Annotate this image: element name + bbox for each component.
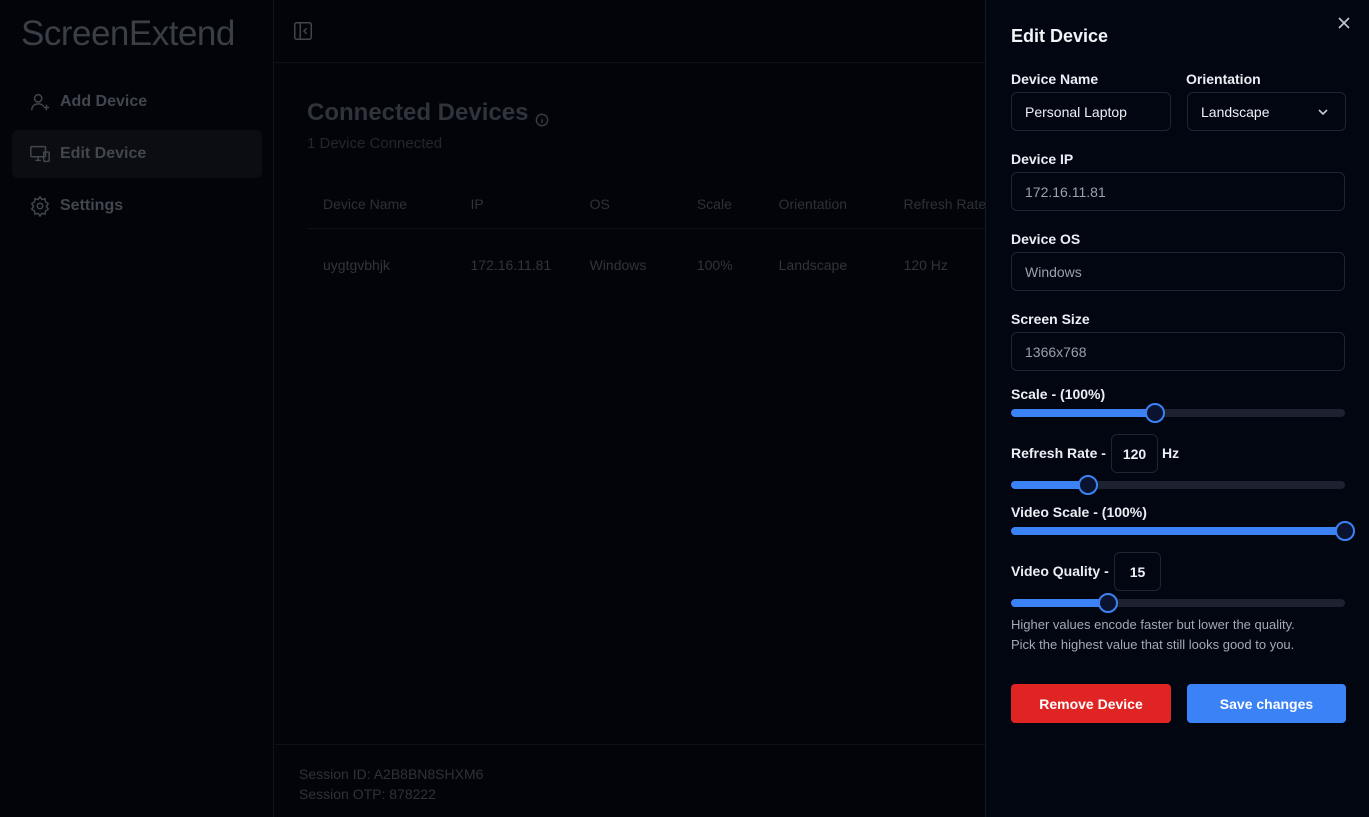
column-header: Orientation — [778, 196, 848, 212]
collapse-sidebar-button[interactable] — [292, 20, 314, 42]
page-title-text: Connected Devices — [307, 99, 529, 126]
sidebar-item-label: Edit Device — [60, 145, 147, 162]
refresh-rate-label: Refresh Rate - — [1011, 445, 1106, 461]
table-header: Device Name IP OS Scale Orientation Refr… — [307, 180, 986, 229]
save-changes-button[interactable]: Save changes — [1187, 684, 1346, 723]
column-header: Refresh Rate — [903, 196, 986, 212]
sidebar-nav: Add Device Edit Device Settings — [12, 78, 262, 234]
panel-title: Edit Device — [1011, 26, 1109, 46]
video-quality-slider[interactable] — [1011, 593, 1345, 613]
video-scale-slider[interactable] — [1011, 521, 1355, 541]
orientation-select[interactable]: Landscape — [1187, 92, 1346, 131]
sidebar-collapse-icon — [294, 22, 312, 40]
close-icon — [1338, 17, 1350, 29]
device-name-label: Device Name — [1011, 71, 1099, 87]
devices-table: Device Name IP OS Scale Orientation Refr… — [307, 180, 986, 301]
slider-fill — [1011, 409, 1155, 417]
session-id: Session ID: A2B8BN8SHXM6 — [299, 766, 484, 782]
column-header: OS — [589, 196, 610, 212]
sidebar-item-edit-device[interactable]: Edit Device — [12, 130, 262, 178]
remove-device-button[interactable]: Remove Device — [1011, 684, 1171, 723]
refresh-rate-unit: Hz — [1162, 445, 1180, 461]
table-cell: Landscape — [778, 257, 848, 273]
slider-thumb[interactable] — [1335, 521, 1355, 541]
table-cell: Windows — [589, 257, 647, 273]
orientation-label: Orientation — [1186, 71, 1261, 87]
device-os-field[interactable]: Windows — [1011, 252, 1345, 291]
slider-thumb[interactable] — [1078, 475, 1098, 495]
slider-fill — [1011, 481, 1088, 489]
info-icon[interactable] — [535, 106, 549, 127]
session-otp: Session OTP: 878222 — [299, 786, 436, 802]
video-quality-label: Video Quality - — [1011, 563, 1109, 579]
sidebar-item-label: Add Device — [60, 93, 148, 110]
session-footer: Session ID: A2B8BN8SHXM6 Session OTP: 87… — [275, 744, 986, 817]
hint-line: Higher values encode faster but lower th… — [1011, 617, 1295, 632]
screen-size-field[interactable]: 1366x768 — [1011, 332, 1345, 371]
orientation-value: Landscape — [1201, 103, 1270, 120]
slider-thumb[interactable] — [1098, 593, 1118, 613]
sidebar-item-add-device[interactable]: Add Device — [12, 78, 262, 126]
scale-slider[interactable] — [1011, 403, 1345, 423]
column-header: Scale — [696, 196, 732, 212]
sidebar: ScreenExtend Add Device Edit Device Sett… — [0, 0, 274, 817]
topbar — [275, 0, 986, 63]
device-ip-label: Device IP — [1011, 151, 1074, 167]
refresh-rate-input[interactable]: 120 — [1111, 434, 1158, 473]
refresh-rate-slider[interactable] — [1011, 475, 1345, 495]
table-row[interactable]: uygtgvbhjk 172.16.11.81 Windows 100% Lan… — [307, 229, 986, 301]
sidebar-item-settings[interactable]: Settings — [12, 182, 262, 230]
slider-thumb[interactable] — [1145, 403, 1165, 423]
table-cell: 120 Hz — [903, 257, 948, 273]
screen-size-label: Screen Size — [1011, 311, 1090, 327]
device-name-input[interactable]: Personal Laptop — [1011, 92, 1171, 131]
app-title: ScreenExtend — [21, 14, 235, 53]
edit-device-panel: Edit Device Device Name Personal Laptop … — [985, 0, 1369, 817]
column-header: IP — [470, 196, 484, 212]
main-content: Connected Devices 1 Device Connected Dev… — [275, 0, 986, 817]
sidebar-item-label: Settings — [60, 197, 124, 214]
chevron-down-icon — [1318, 108, 1328, 115]
gear-icon — [28, 194, 52, 218]
page-title: Connected Devices — [307, 99, 549, 127]
user-plus-icon — [28, 90, 52, 114]
scale-label: Scale - (100%) — [1011, 386, 1106, 402]
table-cell: 172.16.11.81 — [470, 257, 552, 273]
video-quality-hint: Higher values encode faster but lower th… — [1011, 615, 1351, 655]
device-os-label: Device OS — [1011, 231, 1081, 247]
video-scale-label: Video Scale - (100%) — [1011, 504, 1147, 520]
device-count: 1 Device Connected — [307, 135, 443, 152]
table-cell: uygtgvbhjk — [323, 257, 390, 273]
hint-line: Pick the highest value that still looks … — [1011, 637, 1295, 652]
table-cell: 100% — [696, 257, 733, 273]
devices-icon — [28, 142, 52, 166]
column-header: Device Name — [323, 196, 408, 212]
device-ip-field[interactable]: 172.16.11.81 — [1011, 172, 1345, 211]
slider-fill — [1011, 599, 1108, 607]
close-panel-button[interactable] — [1337, 16, 1351, 30]
video-quality-input[interactable]: 15 — [1114, 552, 1161, 591]
slider-fill — [1011, 527, 1345, 535]
